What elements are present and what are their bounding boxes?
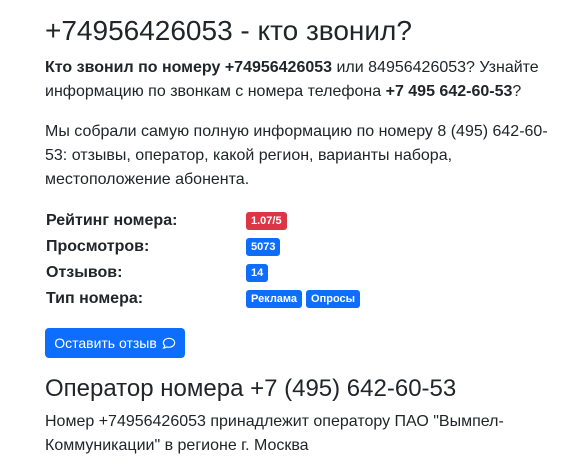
type-tag-ads[interactable]: Реклама bbox=[246, 290, 303, 308]
reviews-label: Отзывов: bbox=[46, 264, 123, 281]
type-tag-surveys[interactable]: Опросы bbox=[306, 290, 361, 308]
views-label: Просмотров: bbox=[46, 238, 150, 255]
stat-row-views: Просмотров: 5073 bbox=[46, 234, 446, 260]
stat-row-rating: Рейтинг номера: 1.07/5 bbox=[46, 208, 446, 234]
views-badge: 5073 bbox=[246, 238, 281, 256]
stat-row-reviews: Отзывов: 14 bbox=[46, 260, 446, 286]
collected-info-paragraph: Мы собрали самую полную информацию по но… bbox=[45, 123, 548, 188]
stat-row-type: Тип номера: Реклама Опросы bbox=[46, 286, 446, 312]
type-label: Тип номера: bbox=[46, 290, 144, 307]
chat-bubble-icon bbox=[162, 337, 175, 349]
leave-review-button[interactable]: Оставить отзыв bbox=[45, 328, 185, 358]
rating-label: Рейтинг номера: bbox=[46, 212, 178, 229]
operator-description: Номер +74956426053 принадлежит оператору… bbox=[45, 413, 504, 454]
intro-text-end: ? bbox=[512, 83, 522, 100]
intro-bold-phone: +7 495 642-60-53 bbox=[385, 83, 513, 100]
reviews-badge: 14 bbox=[246, 264, 269, 282]
intro-paragraph: Кто звонил по номеру +74956426053 или 84… bbox=[45, 56, 555, 104]
operator-heading: Оператор номера +7 (495) 642-60-53 bbox=[45, 375, 457, 402]
leave-review-label: Оставить отзыв bbox=[54, 335, 157, 351]
intro-bold-number: Кто звонил по номеру +74956426053 bbox=[45, 59, 333, 76]
rating-badge: 1.07/5 bbox=[246, 212, 287, 230]
page-title: +74956426053 - кто звонил? bbox=[45, 15, 412, 46]
number-stats: Рейтинг номера: 1.07/5 Просмотров: 5073 … bbox=[46, 208, 446, 312]
